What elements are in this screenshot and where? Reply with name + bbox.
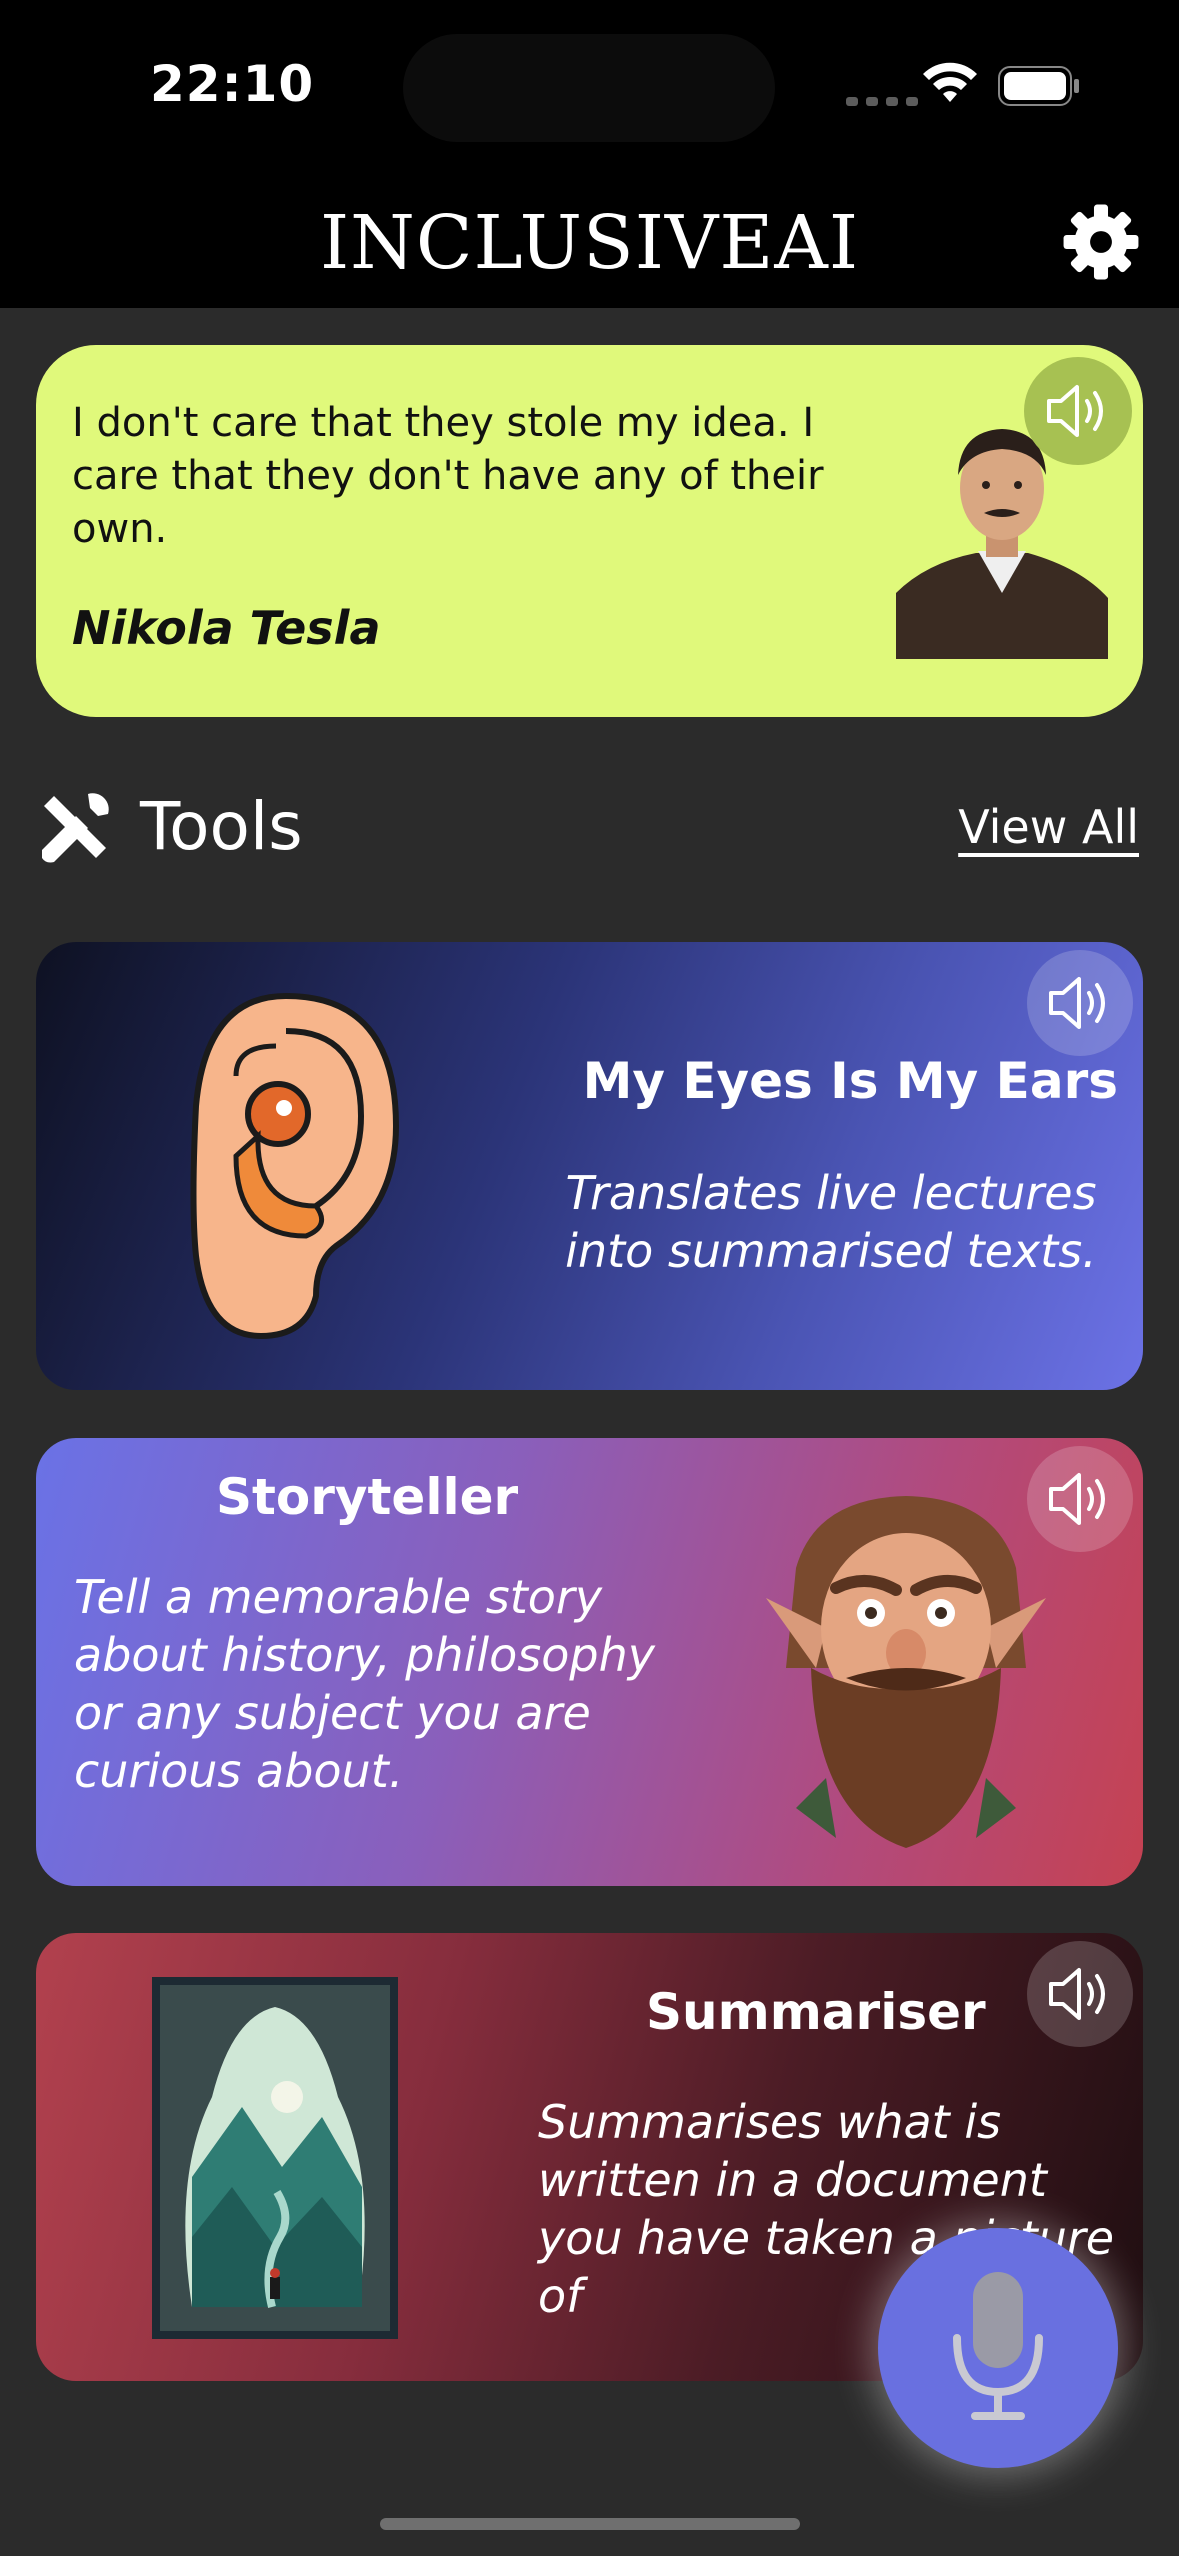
tool-description: Translates live lectures into summarised… [565, 1166, 1097, 1278]
dynamic-island [403, 34, 775, 142]
tools-heading: Tools [140, 788, 303, 865]
dwarf-illustration [766, 1496, 1046, 1848]
cellular-signal-icon [846, 97, 918, 106]
landscape-book-illustration [152, 1977, 398, 2339]
wifi-icon [923, 62, 977, 102]
quote-speaker-button[interactable] [1024, 357, 1132, 465]
microphone-icon [953, 2272, 1043, 2420]
speaker-icon [1049, 1968, 1105, 2020]
speaker-icon [1049, 1473, 1105, 1525]
tool-description: Tell a memorable story about history, ph… [74, 1570, 655, 1798]
speaker-button[interactable] [1027, 1446, 1133, 1552]
microphone-button[interactable] [878, 2228, 1118, 2468]
quote-card[interactable]: I don't care that they stole my idea. I … [36, 345, 1143, 717]
tool-card-my-eyes-is-my-ears[interactable]: My Eyes Is My Ears Translates live lectu… [36, 942, 1143, 1390]
top-bar: 22:10 INCLUSIVEAI [0, 0, 1179, 308]
home-indicator[interactable] [380, 2518, 800, 2530]
tool-card-storyteller[interactable]: Storyteller Tell a memorable story about… [36, 1438, 1143, 1886]
tools-icon [42, 793, 109, 863]
quote-author: Nikola Tesla [72, 601, 381, 655]
tool-title: My Eyes Is My Ears [582, 1052, 1118, 1110]
tool-title: Storyteller [216, 1468, 519, 1526]
gear-icon[interactable] [1062, 203, 1140, 281]
ear-illustration [190, 992, 400, 1340]
speaker-icon [1049, 977, 1105, 1029]
status-time: 22:10 [150, 55, 315, 113]
app-title: INCLUSIVEAI [319, 200, 860, 286]
speaker-button[interactable] [1027, 950, 1133, 1056]
speaker-button[interactable] [1027, 1941, 1133, 2047]
speaker-icon [1047, 385, 1103, 437]
battery-icon [998, 66, 1079, 106]
quote-text: I don't care that they stole my idea. I … [72, 400, 824, 552]
tool-title: Summariser [646, 1983, 986, 2041]
view-all-link[interactable]: View All [958, 800, 1139, 854]
